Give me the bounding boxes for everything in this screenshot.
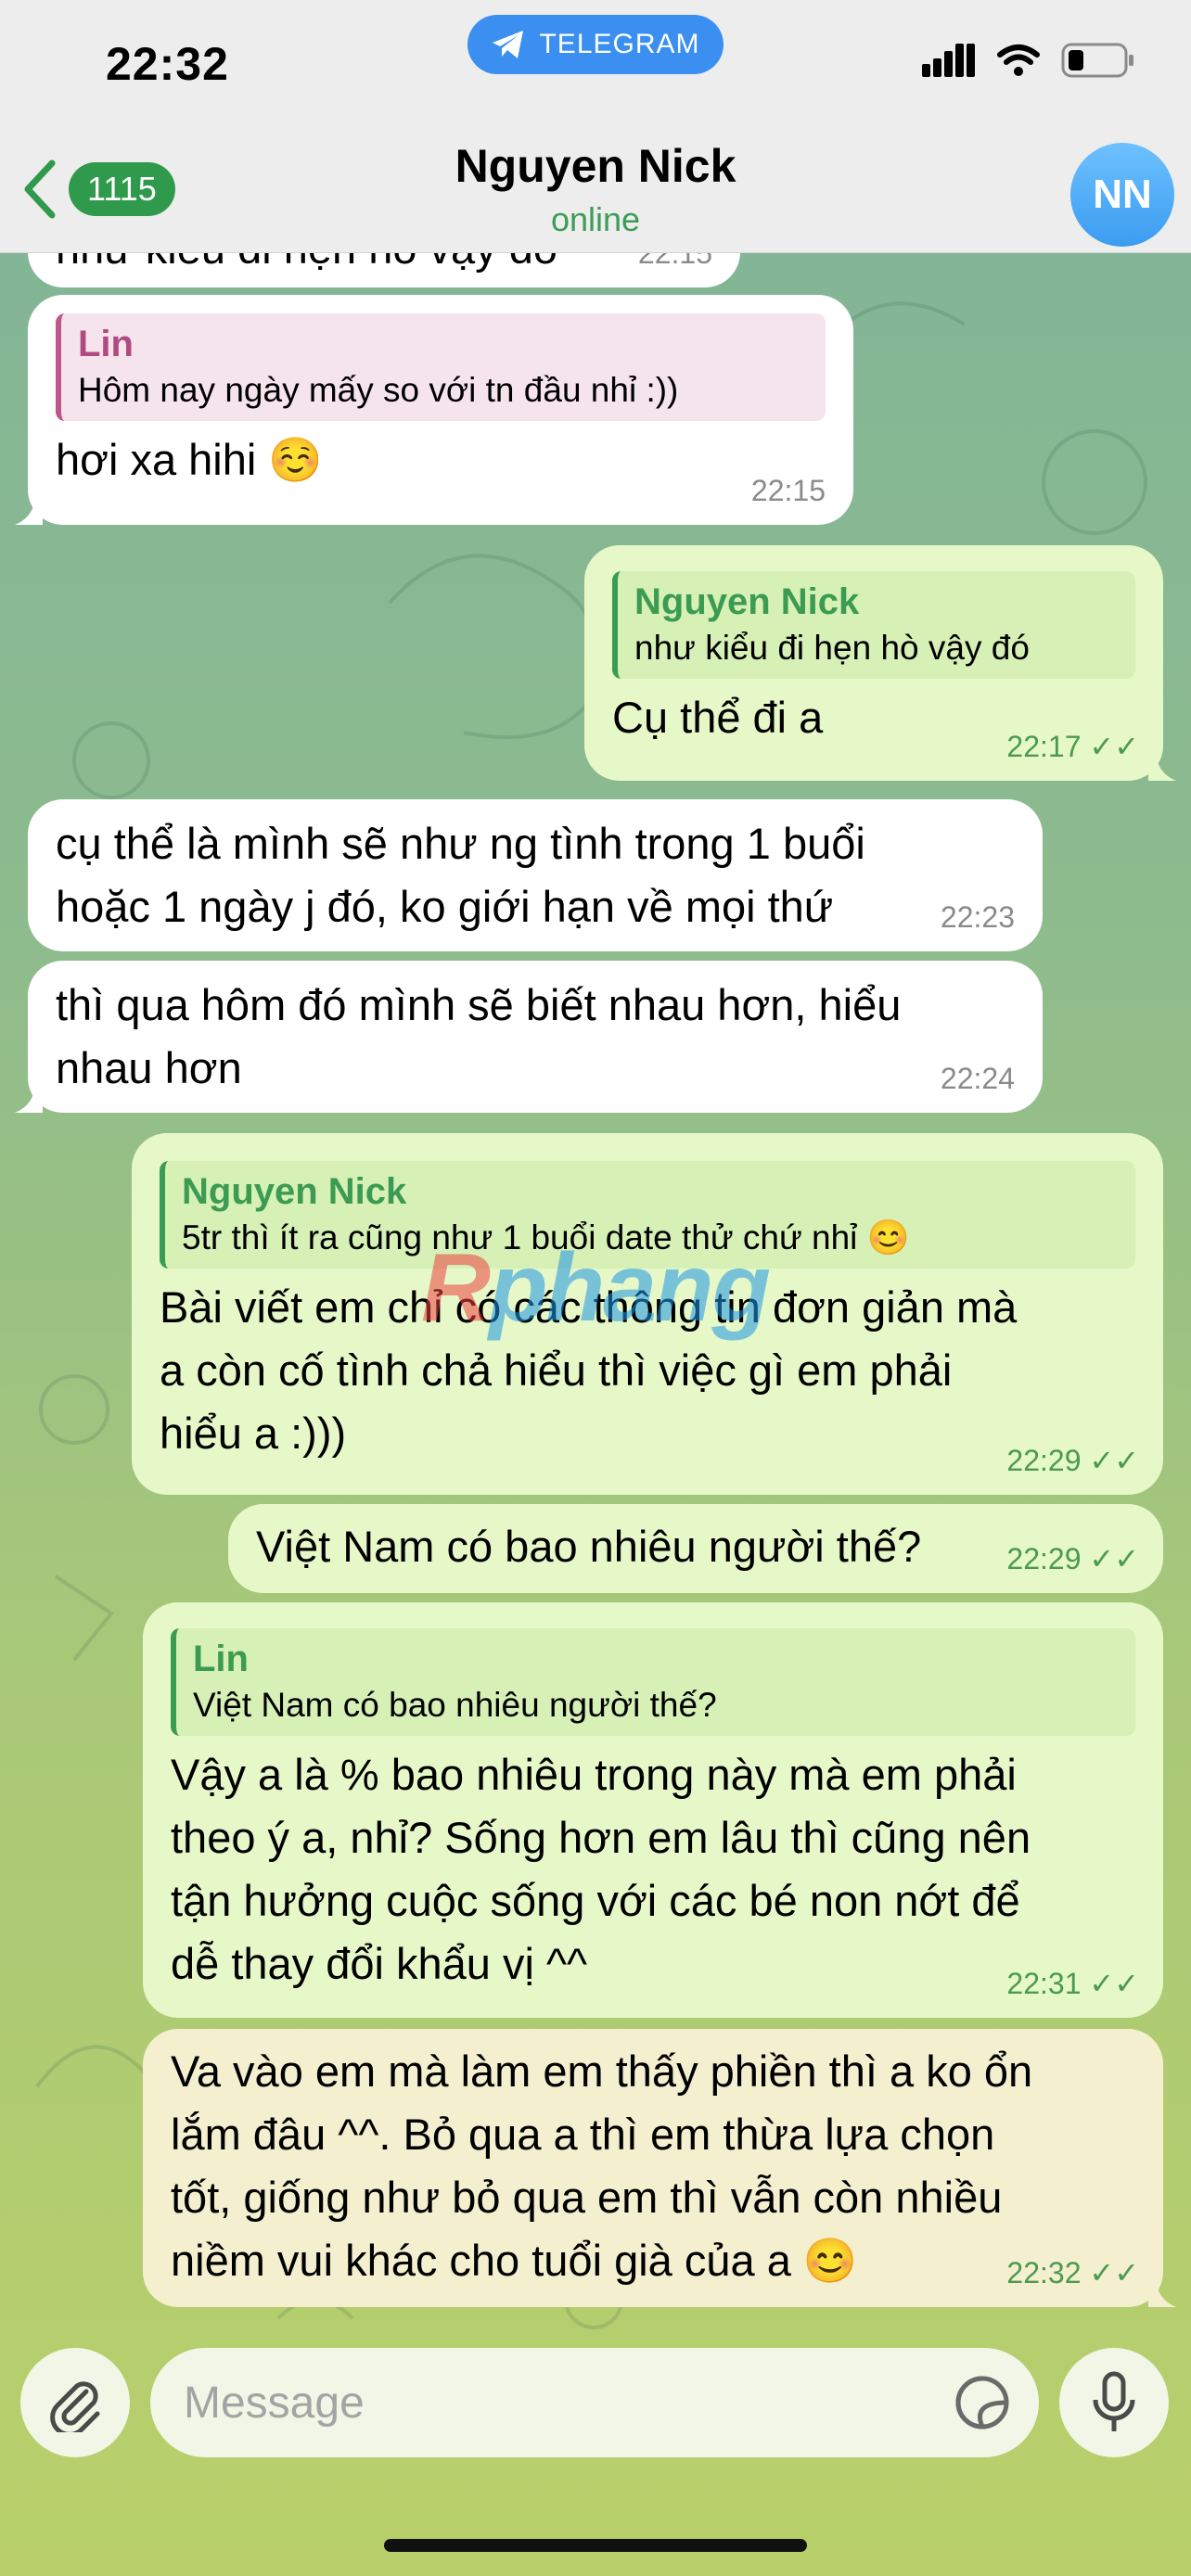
message-bubble-outgoing[interactable]: Va vào em mà làm em thấy phiền thì a ko … <box>143 2029 1176 2307</box>
message-bubble-outgoing[interactable]: Nguyen Nick 5tr thì ít ra cũng như 1 buổ… <box>132 1133 1163 1495</box>
contact-status: online <box>550 200 641 238</box>
bubble-tail <box>15 497 43 525</box>
message-text-line: hoặc 1 ngày j đó, ko giới hạn về mọi thứ <box>56 882 834 931</box>
message-input[interactable]: Message <box>150 2348 1039 2457</box>
microphone-icon <box>1093 2371 1135 2431</box>
reply-quote[interactable]: Nguyen Nick 5tr thì ít ra cũng như 1 buổ… <box>160 1161 1135 1269</box>
app-pill-label: TELEGRAM <box>539 29 700 59</box>
reply-text: 5tr thì ít ra cũng như 1 buổi date thử c… <box>182 1218 910 1256</box>
contact-name[interactable]: Nguyen Nick <box>0 139 1191 193</box>
message-text-line: dễ thay đổi khẩu vị ^^ <box>171 1939 588 1988</box>
reply-text: Hôm nay ngày mấy so với tn đầu nhỉ :)) <box>78 371 679 409</box>
reply-author: Lin <box>193 1639 249 1679</box>
message-text-line: niềm vui khác cho tuổi già của a 😊 <box>171 2236 858 2285</box>
message-text-line: cụ thể là mình sẽ như ng tình trong 1 bu… <box>56 819 865 868</box>
double-check-icon: ✓✓ <box>1089 1967 1139 2000</box>
message-time: 22:29 ✓✓ <box>1006 1443 1139 1478</box>
time-text: 22:29 <box>1006 1444 1082 1477</box>
reply-quote[interactable]: Nguyen Nick như kiểu đi hẹn hò vậy đó <box>612 571 1135 679</box>
telegram-plane-icon <box>493 31 524 58</box>
message-time: 22:29 ✓✓ <box>1006 1541 1139 1576</box>
double-check-icon: ✓✓ <box>1089 730 1139 763</box>
message-bubble-incoming[interactable]: Lin Hôm nay ngày mấy so với tn đầu nhỉ :… <box>15 295 853 525</box>
paperclip-icon <box>50 2381 100 2432</box>
message-time: 22:32 ✓✓ <box>1006 2255 1139 2290</box>
time-text: 22:17 <box>1006 730 1082 763</box>
reply-text: như kiểu đi hẹn hò vậy đó <box>634 629 1030 667</box>
reply-author: Nguyen Nick <box>634 581 860 622</box>
message-time: 22:15 <box>750 474 826 507</box>
message-bubble-outgoing[interactable]: Việt Nam có bao nhiêu người thế? 22:29 ✓… <box>228 1504 1163 1593</box>
contact-avatar[interactable]: NN <box>1070 143 1174 247</box>
cellular-signal-icon <box>922 44 975 77</box>
message-text: Việt Nam có bao nhiêu người thế? <box>256 1522 922 1571</box>
message-text-line: hiểu a :))) <box>160 1409 347 1458</box>
navigation-header: 22:32 TELEGRAM 1115 Nguyen Nick online N… <box>0 0 1191 253</box>
reply-text: Việt Nam có bao nhiêu người thế? <box>193 1686 717 1724</box>
message-time: 22:17 ✓✓ <box>1006 729 1139 764</box>
double-check-icon: ✓✓ <box>1089 1444 1139 1477</box>
bubble-tail <box>1148 2279 1176 2307</box>
message-bubble-incoming[interactable]: cụ thể là mình sẽ như ng tình trong 1 bu… <box>28 799 1043 951</box>
message-text: hơi xa hihi ☺️ <box>56 435 323 484</box>
message-time: 22:24 <box>940 1062 1015 1095</box>
message-bubble-outgoing[interactable]: Nguyen Nick như kiểu đi hẹn hò vậy đó Cụ… <box>584 545 1176 781</box>
reply-author: Nguyen Nick <box>182 1171 407 1212</box>
message-text-line: tốt, giống như bỏ qua em thì vẫn còn nhi… <box>171 2173 1003 2222</box>
reply-author: Lin <box>78 324 134 364</box>
voice-message-button[interactable] <box>1059 2348 1169 2457</box>
message-text-line: tận hưởng cuộc sống với các bé non nớt đ… <box>171 1876 1020 1925</box>
time-text: 22:31 <box>1006 1967 1082 2000</box>
attach-button[interactable] <box>20 2348 130 2457</box>
message-text-line: theo ý a, nhỉ? Sống hơn em lâu thì cũng … <box>171 1813 1031 1862</box>
reply-quote[interactable]: Lin Hôm nay ngày mấy so với tn đầu nhỉ :… <box>56 313 826 421</box>
battery-icon <box>1061 43 1133 78</box>
double-check-icon: ✓✓ <box>1089 2256 1139 2289</box>
bubble-tail <box>1148 753 1176 781</box>
time-text: 22:29 <box>1006 1542 1082 1575</box>
reply-quote[interactable]: Lin Việt Nam có bao nhiêu người thế? <box>171 1628 1135 1736</box>
message-text-line: Vậy a là % bao nhiêu trong này mà em phả… <box>171 1750 1017 1799</box>
message-bubble-outgoing[interactable]: Lin Việt Nam có bao nhiêu người thế? Vậy… <box>143 1602 1163 2018</box>
message-bubble-incoming[interactable]: thì qua hôm đó mình sẽ biết nhau hơn, hi… <box>15 961 1043 1113</box>
message-placeholder: Message <box>184 2378 365 2428</box>
message-time: 22:31 ✓✓ <box>1006 1966 1139 2001</box>
message-text-line: nhau hơn <box>56 1043 242 1092</box>
sticker-icon[interactable] <box>954 2374 1011 2431</box>
status-time: 22:32 <box>106 38 229 90</box>
bubble-tail <box>15 1085 43 1113</box>
message-text-line: Va vào em mà làm em thấy phiền thì a ko … <box>171 2047 1033 2096</box>
time-text: 22:32 <box>1006 2256 1082 2289</box>
telegram-return-pill[interactable]: TELEGRAM <box>467 15 724 74</box>
home-indicator[interactable] <box>384 2539 807 2552</box>
message-text-line: Bài viết em chỉ có các thông tin đơn giả… <box>160 1282 1018 1332</box>
message-time: 22:23 <box>940 900 1015 934</box>
message-text-line: thì qua hôm đó mình sẽ biết nhau hơn, hi… <box>56 980 902 1029</box>
message-text-line: a còn cố tình chả hiểu thì việc gì em ph… <box>160 1345 953 1395</box>
message-text-line: lắm đâu ^^. Bỏ qua a thì em thừa lựa chọ… <box>171 2110 995 2159</box>
wifi-icon <box>997 45 1040 76</box>
double-check-icon: ✓✓ <box>1089 1542 1139 1575</box>
system-icons <box>922 43 1135 78</box>
